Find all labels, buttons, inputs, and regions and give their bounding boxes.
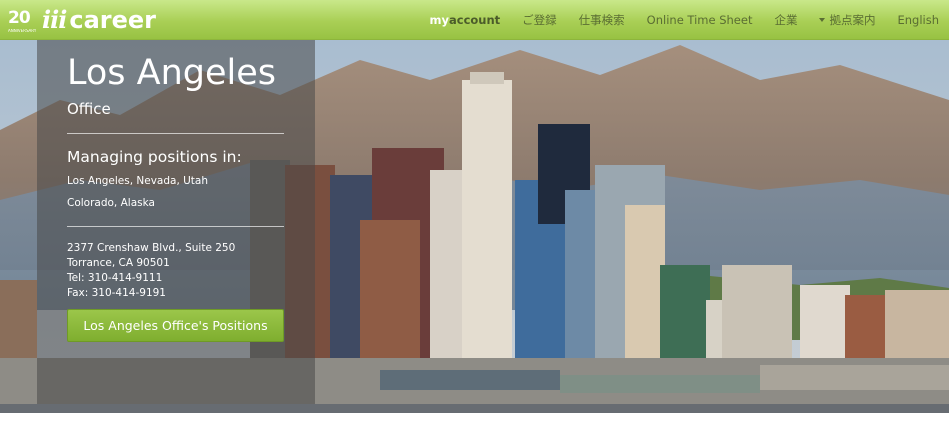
office-address-line-2: Torrance, CA 90501 <box>67 257 170 269</box>
anniversary-number: 20 <box>8 8 31 28</box>
office-address-line-1: 2377 Crenshaw Blvd., Suite 250 <box>67 242 236 254</box>
nav-job-search[interactable]: 仕事検索 <box>579 12 625 28</box>
office-phone: Tel: 310-414-9111 <box>67 272 163 284</box>
top-nav-bar: 20 ANNIVERSARY iii career my account ご登録 … <box>0 0 949 40</box>
nav-register[interactable]: ご登録 <box>522 12 557 28</box>
anniversary-sub-text: ANNIVERSARY <box>8 29 37 33</box>
divider <box>67 133 284 134</box>
office-label: Office <box>67 100 111 118</box>
office-city-title: Los Angeles <box>67 53 277 93</box>
site-logo[interactable]: 20 ANNIVERSARY iii career <box>8 4 156 36</box>
nav-myaccount[interactable]: my account <box>430 13 501 27</box>
managing-regions-line-2: Colorado, Alaska <box>67 197 155 209</box>
managing-regions-line-1: Los Angeles, Nevada, Utah <box>67 175 209 187</box>
office-fax: Fax: 310-414-9191 <box>67 287 166 299</box>
office-info-panel: Los Angeles Office Managing positions in… <box>37 40 315 404</box>
divider <box>67 226 284 227</box>
nav-menu: my account ご登録 仕事検索 Online Time Sheet 企業 … <box>430 0 939 40</box>
managing-positions-title: Managing positions in: <box>67 148 242 166</box>
anniversary-20-icon: 20 ANNIVERSARY <box>8 6 36 34</box>
nav-company[interactable]: 企業 <box>774 12 797 28</box>
office-positions-button[interactable]: Los Angeles Office's Positions <box>67 309 284 342</box>
nav-online-timesheet[interactable]: Online Time Sheet <box>647 13 753 27</box>
hero-bottom-bar <box>0 404 949 413</box>
caret-down-icon <box>819 18 826 22</box>
myaccount-my-text: my <box>429 13 449 27</box>
logo-iii-text: iii <box>42 5 67 34</box>
logo-career-text: career <box>69 6 157 34</box>
myaccount-account-text: account <box>449 13 501 27</box>
nav-locations-dropdown[interactable]: 拠点案内 <box>819 12 875 28</box>
nav-locations-label: 拠点案内 <box>829 13 876 27</box>
nav-language-english[interactable]: English <box>897 13 939 27</box>
